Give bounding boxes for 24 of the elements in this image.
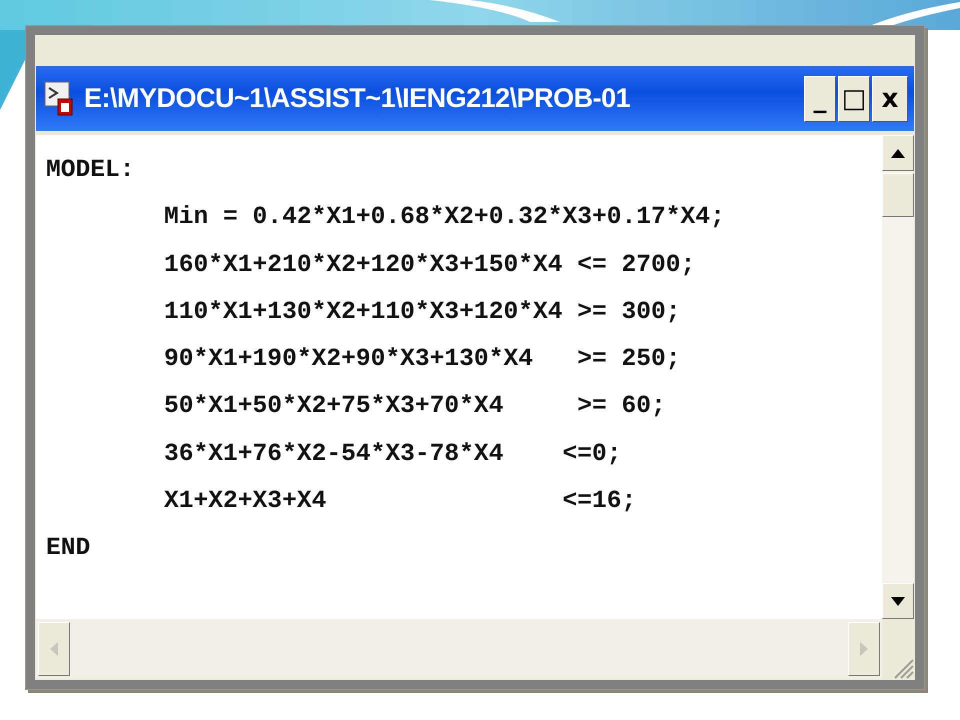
down-arrow-icon bbox=[891, 596, 905, 606]
code-line: 160*X1+210*X2+120*X3+150*X4 <= 2700; bbox=[164, 250, 696, 281]
window-title: E:\MYDOCU~1\ASSIST~1\IENG212\PROB-01 bbox=[84, 83, 632, 114]
close-button[interactable]: x bbox=[872, 76, 908, 122]
code-line: X1+X2+X3+X4 <=16; bbox=[164, 487, 636, 518]
code-line: 110*X1+130*X2+110*X3+120*X4 >= 300; bbox=[164, 298, 681, 328]
scroll-up-button[interactable] bbox=[882, 135, 914, 171]
code-line: 36*X1+76*X2-54*X3-78*X4 <=0; bbox=[164, 440, 622, 470]
scroll-down-button[interactable] bbox=[882, 583, 914, 619]
resize-grip-icon[interactable] bbox=[892, 657, 914, 679]
code-line: END bbox=[46, 534, 90, 564]
scroll-left-button[interactable] bbox=[38, 622, 70, 676]
code-line: 90*X1+190*X2+90*X3+130*X4 >= 250; bbox=[164, 345, 681, 376]
code-line: 50*X1+50*X2+75*X3+70*X4 >= 60; bbox=[164, 392, 666, 422]
scroll-thumb[interactable] bbox=[882, 173, 914, 217]
minimize-button[interactable]: _ bbox=[804, 76, 836, 122]
left-arrow-icon bbox=[50, 642, 58, 656]
maximize-button[interactable]: □ bbox=[838, 76, 870, 122]
right-arrow-icon bbox=[860, 642, 868, 656]
up-arrow-icon bbox=[891, 148, 905, 158]
code-line: MODEL: bbox=[46, 156, 135, 186]
scroll-right-button[interactable] bbox=[848, 622, 880, 676]
app-icon bbox=[44, 80, 74, 116]
code-line: Min = 0.42*X1+0.68*X2+0.32*X3+0.17*X4; bbox=[164, 203, 725, 234]
